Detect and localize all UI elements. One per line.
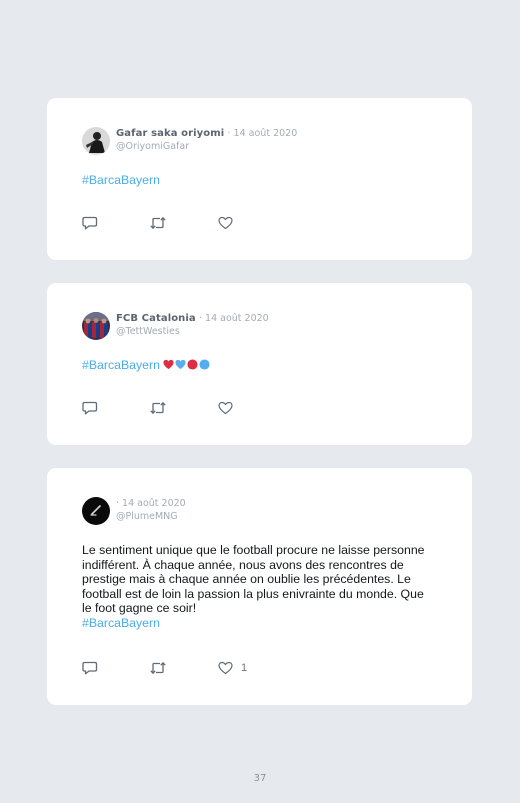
- hashtag-link[interactable]: #BarcaBayern: [82, 358, 160, 372]
- retweet-icon: [150, 216, 166, 230]
- tweet-text: #BarcaBayern: [82, 173, 432, 188]
- red-circle-emoji: [187, 359, 198, 370]
- tweet-card: FCB Catalonia · 14 août 2020 @TettWestie…: [47, 283, 472, 445]
- display-name[interactable]: FCB Catalonia: [116, 313, 196, 324]
- blue-circle-emoji: [199, 359, 210, 370]
- hashtag-link[interactable]: #BarcaBayern: [82, 173, 160, 187]
- name-line: Gafar saka oriyomi · 14 août 2020: [116, 127, 297, 140]
- tweet-actions: 1: [82, 660, 452, 676]
- avatar[interactable]: [82, 312, 110, 340]
- tweet-date[interactable]: · 14 août 2020: [199, 313, 269, 324]
- blue-heart-emoji: [175, 359, 186, 370]
- speech-bubble-icon: [82, 661, 98, 675]
- heart-icon: [218, 216, 233, 230]
- user-handle[interactable]: @OriyomiGafar: [116, 140, 189, 153]
- tweet-body: Le sentiment unique que le football proc…: [82, 543, 425, 616]
- reply-button[interactable]: [82, 400, 98, 416]
- red-heart-emoji: [163, 359, 174, 370]
- avatar[interactable]: [82, 127, 110, 155]
- tweet-header: FCB Catalonia · 14 août 2020 @TettWestie…: [82, 310, 452, 342]
- tweet-text: Le sentiment unique que le football proc…: [82, 543, 432, 631]
- tweet-card: · 14 août 2020 @PlumeMNG Le sentiment un…: [47, 468, 472, 705]
- like-button[interactable]: [218, 215, 241, 231]
- tweet-text: #BarcaBayern: [82, 358, 432, 373]
- retweet-button[interactable]: [149, 215, 167, 231]
- avatar[interactable]: [82, 497, 110, 525]
- tweet-actions: [82, 400, 452, 416]
- retweet-icon: [150, 401, 166, 415]
- heart-icon: [218, 401, 233, 415]
- hashtag-link[interactable]: #BarcaBayern: [82, 616, 160, 630]
- tweet-date[interactable]: · 14 août 2020: [228, 128, 298, 139]
- retweet-button[interactable]: [149, 660, 167, 676]
- tweet-actions: [82, 215, 452, 231]
- like-button[interactable]: 1: [218, 660, 247, 676]
- retweet-icon: [150, 661, 166, 675]
- heart-icon: [218, 661, 233, 675]
- retweet-button[interactable]: [149, 400, 167, 416]
- name-line: FCB Catalonia · 14 août 2020: [116, 312, 269, 325]
- tweet-header: Gafar saka oriyomi · 14 août 2020 @Oriyo…: [82, 125, 452, 157]
- name-line: · 14 août 2020: [116, 497, 186, 510]
- speech-bubble-icon: [82, 216, 98, 230]
- reply-button[interactable]: [82, 215, 98, 231]
- user-handle[interactable]: @PlumeMNG: [116, 510, 178, 523]
- speech-bubble-icon: [82, 401, 98, 415]
- display-name[interactable]: Gafar saka oriyomi: [116, 128, 224, 139]
- tweet-card: Gafar saka oriyomi · 14 août 2020 @Oriyo…: [47, 98, 472, 260]
- like-count: 1: [241, 662, 248, 674]
- like-button[interactable]: [218, 400, 241, 416]
- user-handle[interactable]: @TettWesties: [116, 325, 180, 338]
- tweet-date[interactable]: · 14 août 2020: [116, 498, 186, 509]
- reply-button[interactable]: [82, 660, 98, 676]
- page-number: 37: [253, 773, 267, 784]
- tweet-header: · 14 août 2020 @PlumeMNG: [82, 495, 452, 527]
